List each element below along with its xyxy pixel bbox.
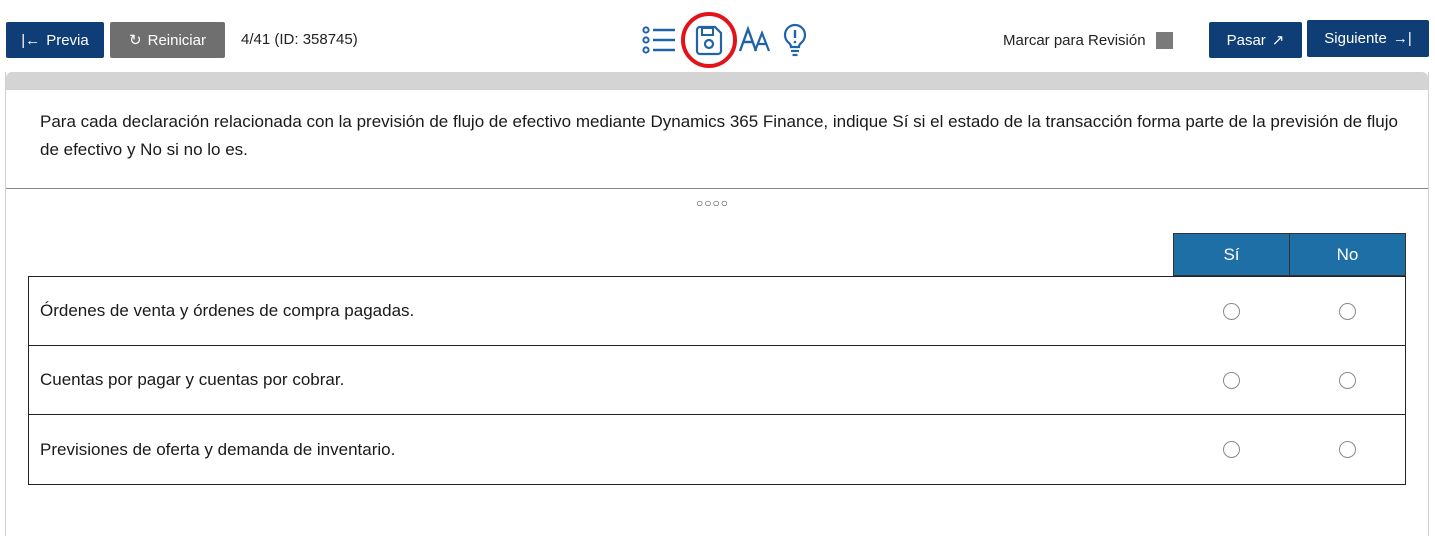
restart-button-label: Reiniciar: [147, 31, 206, 49]
resize-handle-dots[interactable]: ○○○○: [696, 196, 729, 210]
review-label: Marcar para Revisión: [1003, 32, 1146, 49]
radio-no[interactable]: [1339, 303, 1356, 320]
grid-row: Cuentas por pagar y cuentas por cobrar.: [29, 346, 1405, 415]
restart-icon: ↻: [129, 31, 142, 49]
grid-rows: Órdenes de venta y órdenes de compra pag…: [28, 276, 1406, 485]
column-header-si: Sí: [1173, 233, 1290, 276]
panel-top-bar: [6, 72, 1428, 90]
arrow-left-bar-icon: |←: [21, 31, 41, 49]
skip-button[interactable]: Pasar ↗: [1209, 22, 1302, 58]
radio-no[interactable]: [1339, 372, 1356, 389]
question-text: Para cada declaración relacionada con la…: [40, 112, 1398, 159]
grid-row: Previsiones de oferta y demanda de inven…: [29, 415, 1405, 484]
radio-si[interactable]: [1223, 441, 1240, 458]
restart-button[interactable]: ↻ Reiniciar: [110, 22, 225, 58]
toolbar: |← Previa ↻ Reiniciar 4/41 (ID: 358745): [0, 0, 1435, 72]
font-size-icon[interactable]: [738, 22, 774, 58]
skip-button-label: Pasar: [1226, 31, 1266, 49]
radio-no[interactable]: [1339, 441, 1356, 458]
previous-button-label: Previa: [46, 31, 89, 49]
mark-for-review[interactable]: Marcar para Revisión: [1003, 32, 1173, 49]
previous-button[interactable]: |← Previa: [6, 22, 104, 58]
statement-label: Previsiones de oferta y demanda de inven…: [40, 439, 396, 459]
question-progress: 4/41 (ID: 358745): [241, 31, 358, 48]
arrow-forward-icon: ↗: [1271, 31, 1285, 49]
statement-label: Órdenes de venta y órdenes de compra pag…: [40, 301, 415, 320]
radio-si[interactable]: [1223, 372, 1240, 389]
radio-si[interactable]: [1223, 303, 1240, 320]
list-icon[interactable]: [642, 22, 676, 58]
hint-icon[interactable]: [782, 22, 808, 58]
review-checkbox[interactable]: [1155, 32, 1173, 49]
grid-row: Órdenes de venta y órdenes de compra pag…: [29, 277, 1405, 346]
column-header-no: No: [1289, 233, 1406, 276]
arrow-right-bar-icon: →|: [1392, 30, 1412, 47]
save-highlight-circle: [681, 12, 737, 68]
statement-label: Cuentas por pagar y cuentas por cobrar.: [40, 370, 345, 389]
next-button-label: Siguiente: [1324, 30, 1387, 47]
question-divider[interactable]: [6, 188, 1428, 189]
next-button[interactable]: Siguiente →|: [1307, 20, 1429, 57]
